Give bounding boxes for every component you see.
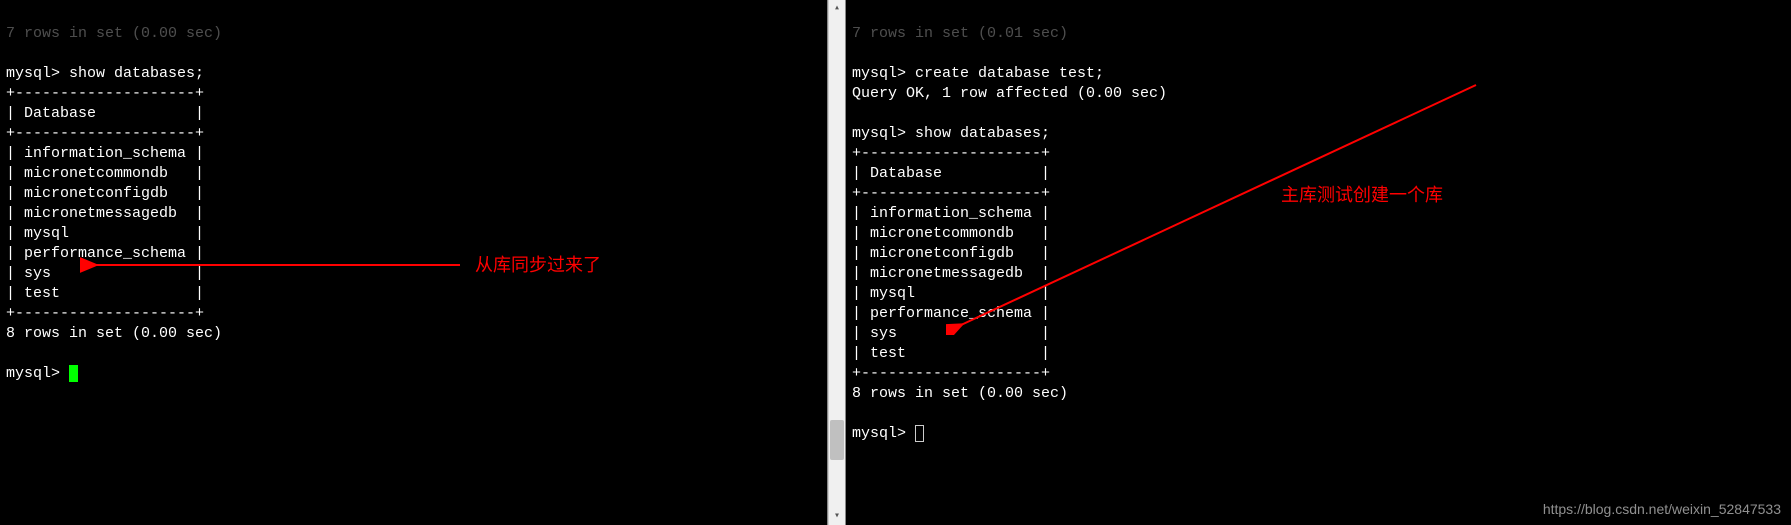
table-border: +--------------------+ xyxy=(852,365,1050,382)
table-row: | micronetmessagedb | xyxy=(6,205,204,222)
mysql-prompt-line: mysql> show databases; xyxy=(6,65,204,82)
query-result: Query OK, 1 row affected (0.00 sec) xyxy=(852,85,1167,102)
scrollbar-thumb[interactable] xyxy=(830,420,844,460)
table-row: | test | xyxy=(6,285,204,302)
table-row: | micronetconfigdb | xyxy=(6,185,204,202)
cursor-icon xyxy=(915,425,924,442)
watermark-text: https://blog.csdn.net/weixin_52847533 xyxy=(1543,499,1781,519)
cursor-icon xyxy=(69,365,78,382)
table-row: | sys | xyxy=(6,265,204,282)
annotation-text-right: 主库测试创建一个库 xyxy=(1281,185,1443,205)
table-row: | performance_schema | xyxy=(6,245,204,262)
scroll-up-arrow-icon[interactable]: ▴ xyxy=(829,0,845,17)
table-row: | mysql | xyxy=(852,285,1050,302)
table-row: | micronetconfigdb | xyxy=(852,245,1050,262)
table-row: | mysql | xyxy=(6,225,204,242)
table-row: | micronetcommondb | xyxy=(6,165,204,182)
table-row: | micronetmessagedb | xyxy=(852,265,1050,282)
table-border: +--------------------+ xyxy=(6,85,204,102)
rows-hint-line: 7 rows in set (0.01 sec) xyxy=(852,25,1068,42)
rows-hint-line: 7 rows in set (0.00 sec) xyxy=(6,25,222,42)
terminal-right-pane[interactable]: 7 rows in set (0.01 sec) mysql> create d… xyxy=(845,0,1791,525)
table-row: | information_schema | xyxy=(6,145,204,162)
rows-result: 8 rows in set (0.00 sec) xyxy=(6,325,222,342)
mysql-prompt: mysql> xyxy=(6,365,69,382)
mysql-prompt: mysql> xyxy=(852,425,915,442)
rows-result: 8 rows in set (0.00 sec) xyxy=(852,385,1068,402)
table-border: +--------------------+ xyxy=(852,145,1050,162)
table-row: | information_schema | xyxy=(852,205,1050,222)
mysql-prompt-line: mysql> create database test; xyxy=(852,65,1104,82)
terminal-left-pane[interactable]: 7 rows in set (0.00 sec) mysql> show dat… xyxy=(0,0,828,525)
table-border: +--------------------+ xyxy=(852,185,1050,202)
table-row: | test | xyxy=(852,345,1050,362)
annotation-text-left: 从库同步过来了 xyxy=(475,255,601,275)
table-header: | Database | xyxy=(6,105,204,122)
vertical-scrollbar[interactable]: ▴ ▾ xyxy=(828,0,845,525)
table-header: | Database | xyxy=(852,165,1050,182)
scroll-down-arrow-icon[interactable]: ▾ xyxy=(829,508,845,525)
table-border: +--------------------+ xyxy=(6,305,204,322)
table-row: | sys | xyxy=(852,325,1050,342)
table-border: +--------------------+ xyxy=(6,125,204,142)
table-row: | performance_schema | xyxy=(852,305,1050,322)
mysql-prompt-line: mysql> show databases; xyxy=(852,125,1050,142)
table-row: | micronetcommondb | xyxy=(852,225,1050,242)
